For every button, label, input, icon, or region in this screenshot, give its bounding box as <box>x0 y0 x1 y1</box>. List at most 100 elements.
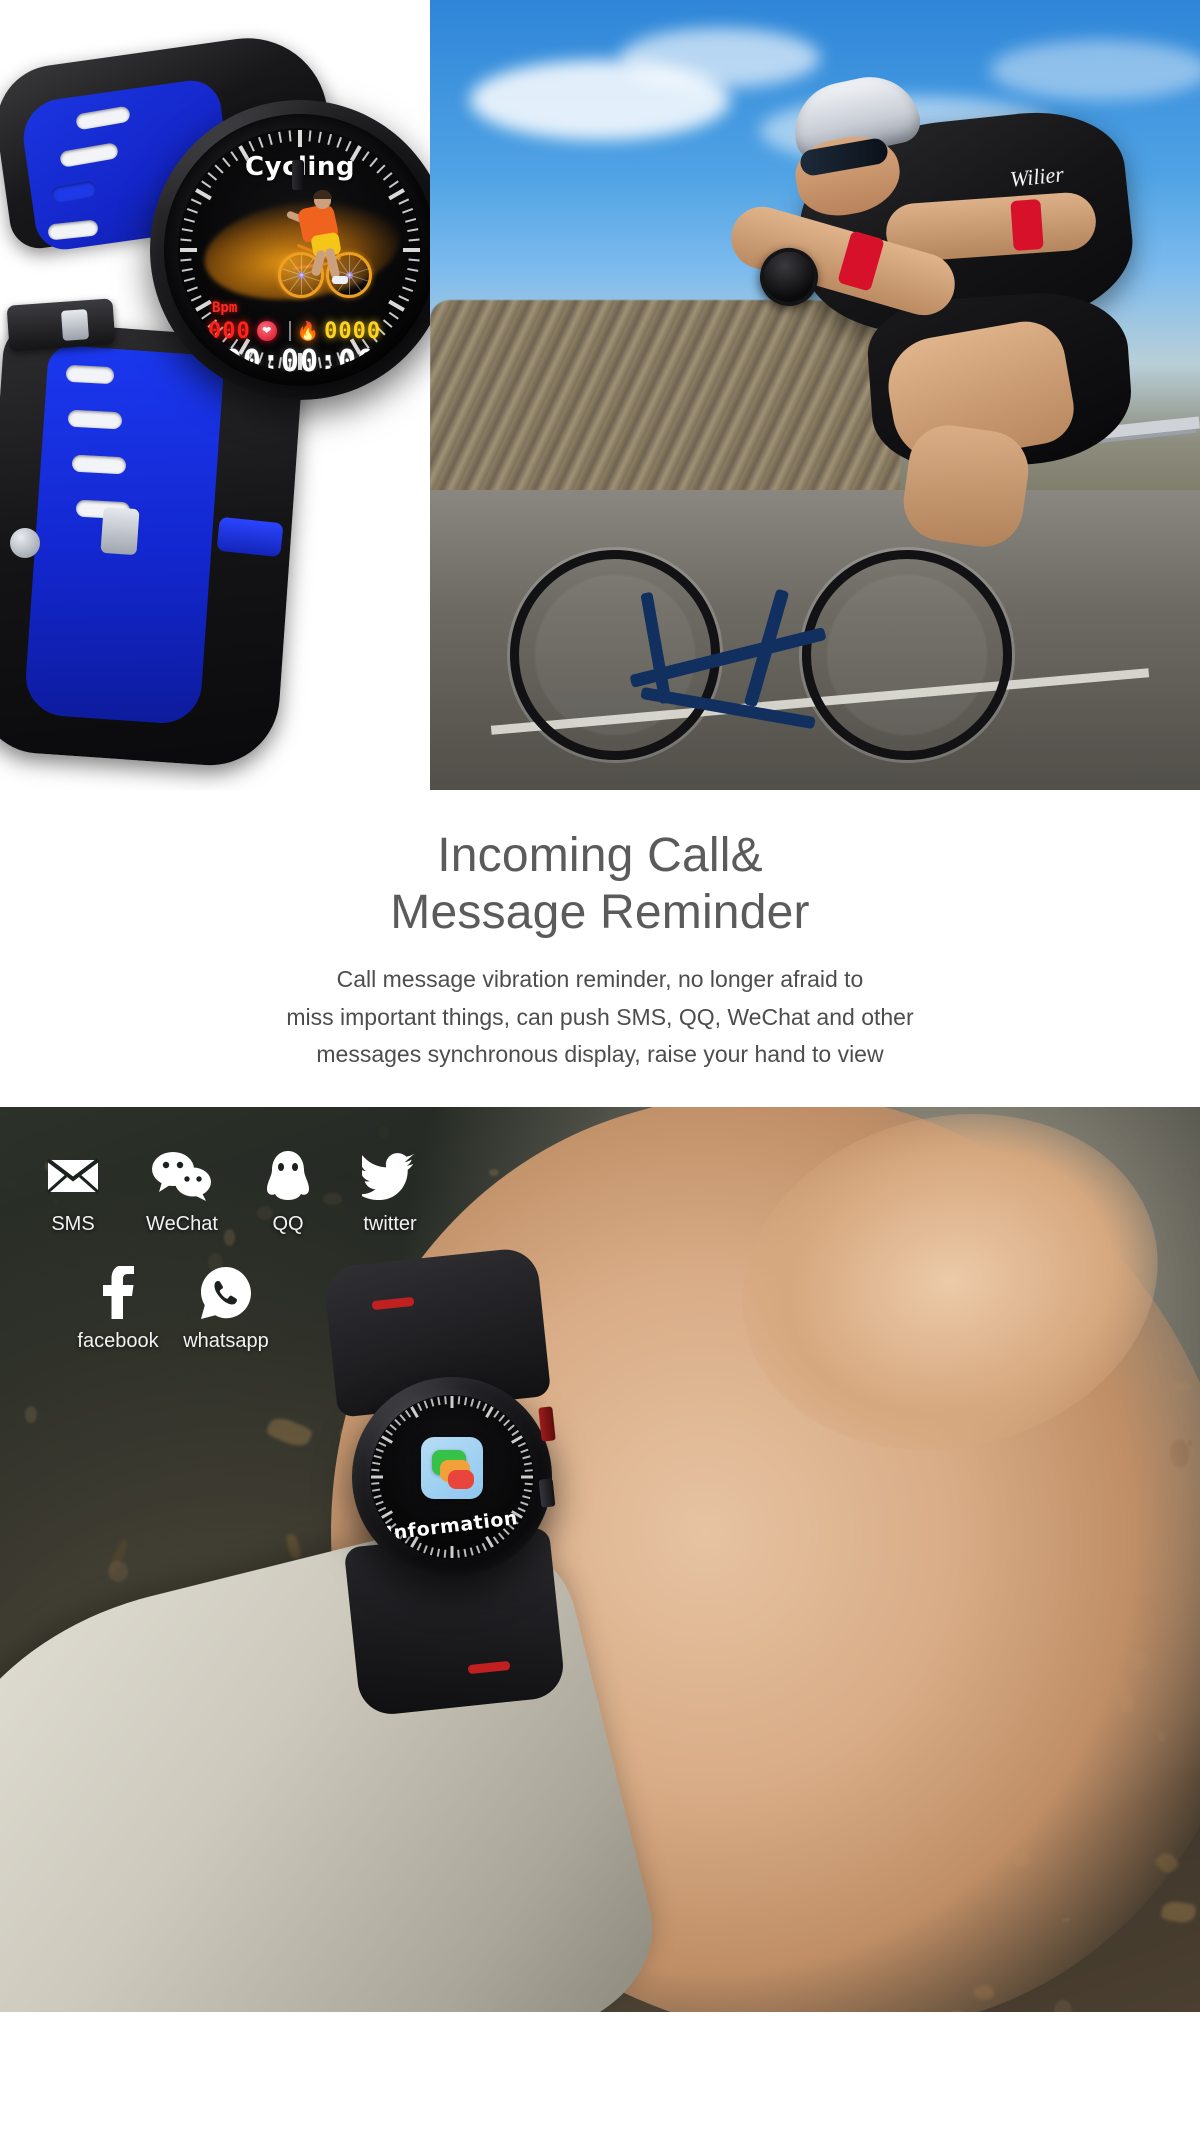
bezel-tick <box>405 1410 411 1417</box>
hero-section: Cycling <box>0 0 1200 790</box>
whatsapp-phone-icon <box>170 1264 282 1322</box>
bezel-tick <box>180 239 191 242</box>
bezel-tick <box>507 1424 514 1430</box>
twitter-bird-icon <box>338 1147 442 1205</box>
ground-texture <box>43 1445 57 1454</box>
ground-texture <box>489 1169 500 1177</box>
bezel-tick <box>371 1476 383 1479</box>
bezel-tick <box>381 1435 393 1444</box>
fire-icon: 🔥 <box>297 321 319 342</box>
bezel-tick <box>417 1403 422 1411</box>
bpm-label: Bpm <box>212 300 237 316</box>
bezel-tick <box>437 1397 440 1405</box>
bike-wheel-front <box>802 550 1012 760</box>
workout-timer: 00:00:00 <box>178 344 422 372</box>
ground-texture <box>31 1511 39 1520</box>
watch-side-button-black <box>539 1478 556 1507</box>
bezel-tick <box>522 1495 530 1499</box>
bezel-tick <box>520 1449 528 1453</box>
cloud <box>620 28 820 88</box>
bezel-tick <box>248 141 254 152</box>
bezel-tick <box>476 1401 480 1409</box>
rider-arm-band <box>1010 199 1043 251</box>
bezel-tick <box>518 1442 526 1447</box>
qq-penguin-icon <box>238 1147 338 1205</box>
bezel-tick <box>476 1545 480 1553</box>
wechat-icon <box>126 1147 238 1205</box>
bezel-tick <box>417 1543 422 1551</box>
app-item-twitter: twitter <box>338 1147 442 1236</box>
bezel-tick <box>195 188 212 200</box>
bezel-tick <box>482 1543 487 1551</box>
bezel-tick <box>485 1536 494 1548</box>
smartwatch-front: Cycling <box>150 100 430 400</box>
bezel-tick <box>376 1449 384 1453</box>
bezel-tick <box>191 198 202 204</box>
bike-wheel-rear <box>510 550 720 760</box>
bezel-tick <box>451 1546 454 1558</box>
stat-divider <box>289 321 291 341</box>
lifestyle-photo-section: SMS WeChat QQ twitter facebook whatsapp … <box>0 1107 1200 2012</box>
bezel-tick <box>376 1501 384 1505</box>
bezel-tick <box>525 1483 533 1485</box>
bezel-tick <box>522 1455 530 1459</box>
bezel-tick <box>388 188 405 200</box>
bezel-tick <box>278 132 282 143</box>
watch-stats-row: 000 ❤ 🔥 0000 <box>208 318 398 344</box>
copy-section: Incoming Call& Message Reminder Call mes… <box>0 790 1200 1107</box>
bezel-tick <box>464 1397 467 1405</box>
ground-texture <box>25 1406 37 1423</box>
bezel-tick <box>180 259 191 262</box>
bezel-tick <box>182 268 193 272</box>
bezel-tick <box>430 1399 434 1407</box>
bezel-tick <box>493 1410 499 1417</box>
bezel-tick <box>470 1547 474 1555</box>
strap-clasp <box>100 507 139 555</box>
app-item-whatsapp: whatsapp <box>170 1264 282 1353</box>
bezel-tick <box>498 1532 504 1539</box>
fallen-leaf <box>266 1413 314 1450</box>
app-label: WeChat <box>126 1213 238 1236</box>
bezel-tick <box>385 1430 392 1436</box>
bezel-tick <box>399 1414 405 1421</box>
ground-texture <box>108 1561 128 1582</box>
bezel-tick <box>184 277 195 282</box>
bezel-tick <box>318 132 322 143</box>
cyclist-hair <box>313 190 332 199</box>
bezel-tick <box>407 228 418 232</box>
bezel-tick <box>408 259 419 262</box>
bezel-tick <box>371 1483 379 1485</box>
bezel-tick <box>378 1507 386 1512</box>
bezel-tick <box>258 137 264 148</box>
heart-rate-value: 000 <box>208 319 251 344</box>
bezel-tick <box>430 1547 434 1555</box>
bezel-tick <box>408 239 419 242</box>
bezel-tick <box>398 295 409 301</box>
bezel-tick <box>498 1414 504 1421</box>
ground-texture <box>378 1126 389 1138</box>
bezel-tick <box>458 1396 460 1404</box>
bezel-tick <box>389 1424 396 1430</box>
bezel-tick <box>521 1476 533 1479</box>
facebook-f-icon <box>66 1264 170 1322</box>
buckle-pin <box>61 309 89 341</box>
bezel-tick <box>482 1403 487 1411</box>
ground-texture <box>1 1179 18 1189</box>
bezel-tick <box>402 208 413 214</box>
wheel-spoke <box>349 275 350 295</box>
message-bubbles-icon <box>421 1437 483 1499</box>
bezel-tick <box>372 1462 380 1465</box>
app-item-qq: QQ <box>238 1147 338 1236</box>
bezel-tick <box>184 218 195 223</box>
wheel-spoke <box>301 275 302 295</box>
strap-hole <box>72 455 127 475</box>
bezel-tick <box>289 130 292 141</box>
bezel-tick <box>493 1536 499 1543</box>
bezel-tick <box>458 1550 460 1558</box>
bezel-tick <box>424 1545 428 1553</box>
bezel-tick <box>464 1549 467 1557</box>
app-item-sms: SMS <box>20 1147 126 1236</box>
app-row-1: SMS WeChat QQ twitter <box>20 1147 480 1236</box>
bezel-tick <box>444 1396 446 1404</box>
bezel-tick <box>345 141 351 152</box>
